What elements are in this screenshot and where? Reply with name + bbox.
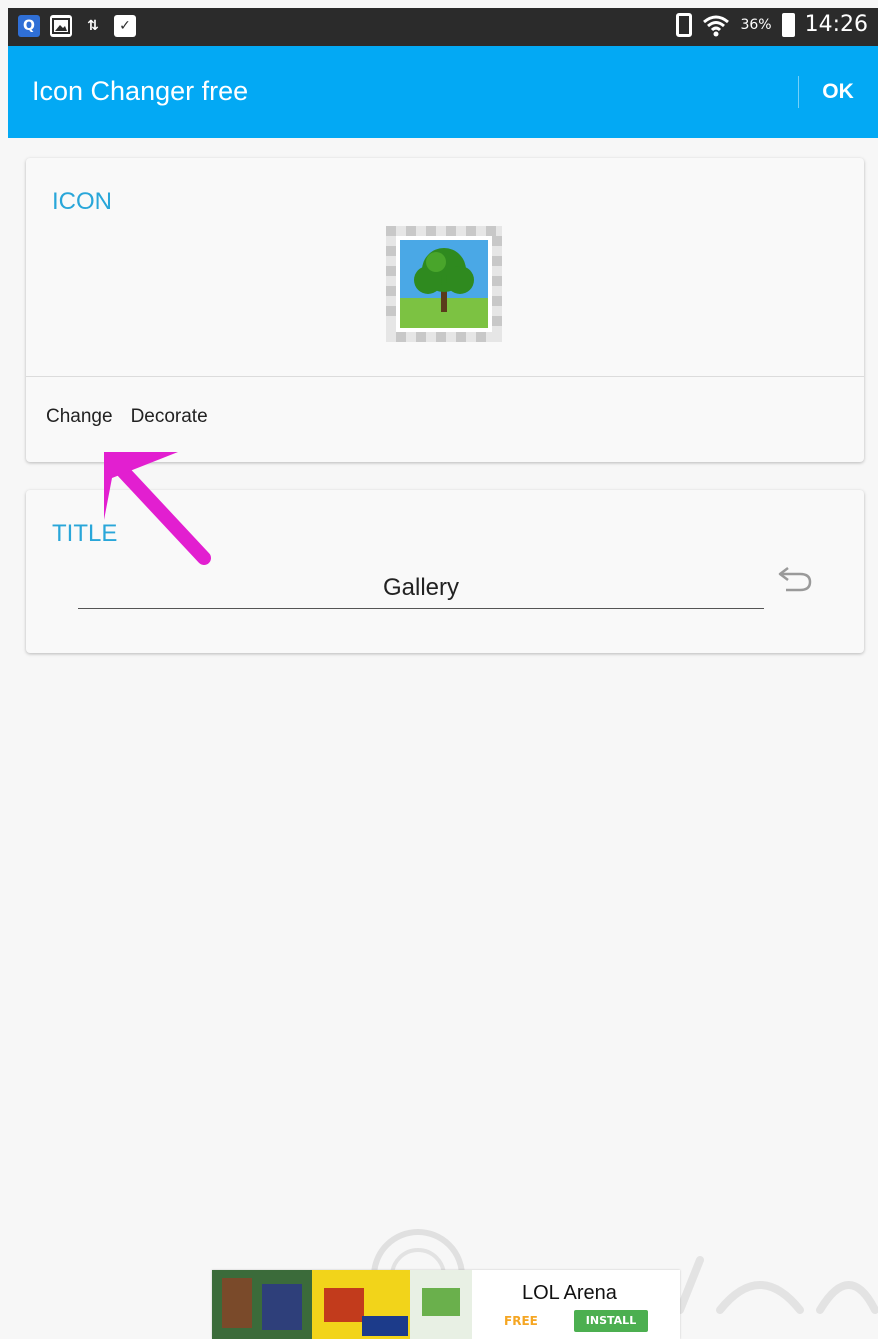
icon-section-label: ICON xyxy=(52,188,112,215)
title-section-label: TITLE xyxy=(52,520,118,547)
divider xyxy=(798,76,799,108)
battery-icon xyxy=(781,12,795,37)
undo-icon[interactable] xyxy=(776,562,816,596)
app-icon-preview[interactable] xyxy=(384,224,504,344)
ad-banner[interactable]: LOL Arena FREE INSTALL xyxy=(212,1270,680,1339)
vibrate-icon xyxy=(676,12,693,37)
battery-percent: 36% xyxy=(740,16,772,33)
clipboard-check-icon: ✓ xyxy=(114,15,136,37)
system-icons: 36% 14:26 xyxy=(676,12,868,37)
change-button[interactable]: Change xyxy=(46,406,113,428)
ad-free-label: FREE xyxy=(504,1314,538,1328)
app-title: Icon Changer free xyxy=(32,76,249,106)
status-bar: Q ⇅ ✓ 36% 14:26 xyxy=(8,8,878,46)
card-divider xyxy=(26,376,864,377)
app-bar: Icon Changer free OK xyxy=(8,46,878,138)
clock: 14:26 xyxy=(804,12,868,37)
image-icon xyxy=(50,15,72,37)
title-input[interactable] xyxy=(78,568,764,609)
decorate-button[interactable]: Decorate xyxy=(131,406,208,428)
ad-game-art xyxy=(212,1270,472,1339)
ad-install-button[interactable]: INSTALL xyxy=(574,1310,648,1332)
wifi-icon xyxy=(703,15,730,36)
ad-title: LOL Arena xyxy=(522,1282,617,1304)
notification-icons: Q ⇅ ✓ xyxy=(18,15,136,37)
transfer-icon: ⇅ xyxy=(87,18,99,34)
ok-button[interactable]: OK xyxy=(808,72,868,112)
search-app-icon: Q xyxy=(18,15,40,37)
icon-card: ICON Change Decorate xyxy=(26,158,864,462)
icon-actions: Change Decorate xyxy=(46,406,208,428)
title-card: TITLE xyxy=(26,490,864,653)
